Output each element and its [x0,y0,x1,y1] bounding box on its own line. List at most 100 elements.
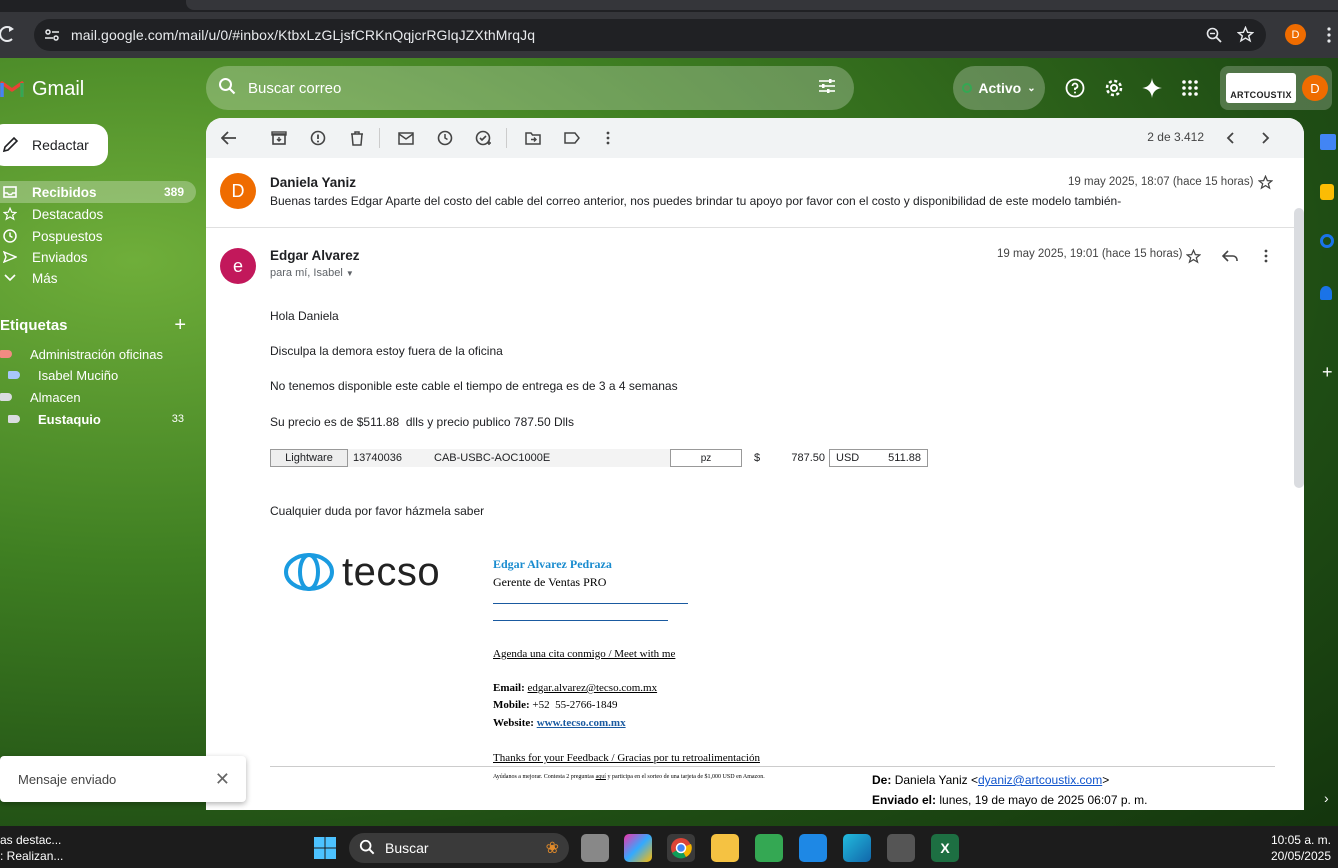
reply-icon[interactable] [1221,250,1238,265]
expand-panel-icon[interactable]: › [1324,790,1329,806]
site-info-icon[interactable] [44,27,60,46]
star-icon[interactable] [1185,248,1202,267]
task-view-icon[interactable] [581,834,609,862]
sidebar-item-inbox[interactable]: Recibidos 389 [0,181,196,203]
search-input[interactable]: Buscar correo [248,80,341,97]
search-options-icon[interactable] [818,78,836,98]
table-cell-unit: pz [670,449,742,467]
delete-trash-icon[interactable] [341,122,373,154]
apps-grid-icon[interactable] [1176,74,1204,102]
signature-mobile-row: Mobile: +52 55-2766-1849 [493,699,617,711]
report-spam-icon[interactable] [302,122,334,154]
sidebar-item-starred[interactable]: Destacados [0,203,196,225]
label-item[interactable]: Administración oficinas [0,343,196,365]
search-icon[interactable] [218,77,236,99]
agenda-link[interactable]: Agenda una cita conmigo / Meet with me [493,648,675,660]
signature-name: Edgar Alvarez Pedraza [493,557,612,571]
store-icon[interactable] [887,834,915,862]
move-to-folder-icon[interactable] [517,122,549,154]
label-name: Almacen [30,389,81,405]
sidebar-item-more[interactable]: Más [0,267,196,289]
contacts-icon[interactable] [1320,286,1332,300]
address-bar[interactable]: mail.google.com/mail/u/0/#inbox/KtbxLzGL… [34,19,1266,51]
copilot-icon[interactable] [624,834,652,862]
sidebar-item-label: Enviados [32,249,88,265]
excel-icon[interactable]: X [931,834,959,862]
more-vert-icon[interactable] [592,122,624,154]
gemini-sparkle-icon[interactable] [1138,74,1166,102]
prev-chevron-icon[interactable] [1214,122,1246,154]
email-link[interactable]: edgar.alvarez@tecso.com.mx [528,682,658,694]
recipients-text: para mí, Isabel [270,267,343,279]
add-label-icon[interactable]: + [174,314,186,337]
calendar-icon[interactable] [1320,134,1336,150]
label-item[interactable]: Almacen [0,386,196,408]
website-link[interactable]: www.tecso.com.mx [537,717,626,729]
body-line: Hola Daniela [270,309,339,323]
bookmark-star-icon[interactable] [1236,25,1255,46]
quoted-from: De: Daniela Yaniz <dyaniz@artcoustix.com… [872,773,1109,787]
scrollbar[interactable] [1294,208,1304,488]
back-arrow-icon[interactable] [213,122,245,154]
zoom-icon[interactable] [1206,27,1222,46]
account-switcher[interactable]: ARTCOUSTIX D [1220,66,1332,110]
gmail-logo[interactable]: Gmail [0,74,84,104]
website-label: Website: [493,717,534,729]
taskbar-search[interactable]: Buscar ❀ [349,833,569,863]
tasks-icon[interactable] [1320,234,1334,248]
inbox-icon [2,186,18,198]
sidebar-item-sent[interactable]: Enviados [0,246,196,268]
keep-icon[interactable] [1320,184,1334,200]
taskbar-widget[interactable]: as destac... : Realizan... [0,832,63,864]
sidebar-item-label: Destacados [32,206,104,222]
browser-profile-avatar[interactable]: D [1285,24,1306,45]
file-explorer-icon[interactable] [711,834,739,862]
caret-down-icon[interactable]: ▼ [346,269,354,278]
message-snippet: Buenas tardes Edgar Aparte del costo del… [270,194,1122,208]
close-icon[interactable]: ✕ [215,769,230,790]
compose-label: Redactar [32,137,89,153]
label-item[interactable]: Eustaquio 33 [0,408,196,430]
body-line: No tenemos disponible este cable el tiem… [270,379,678,393]
app-icon[interactable] [799,834,827,862]
chrome-icon[interactable] [667,834,695,862]
account-avatar[interactable]: D [1302,75,1328,101]
feedback-link[interactable]: Thanks for your Feedback / Gracias por t… [493,752,760,764]
compose-button[interactable]: Redactar [0,124,108,166]
snooze-clock-icon[interactable] [429,122,461,154]
mark-unread-icon[interactable] [390,122,422,154]
google-chat-icon[interactable] [755,834,783,862]
from-email-link[interactable]: dyaniz@artcoustix.com [978,773,1102,787]
archive-icon[interactable] [263,122,295,154]
sidebar-item-label: Pospuestos [32,228,103,244]
label-item[interactable]: Isabel Muciño [0,364,196,386]
windows-start-icon[interactable] [311,834,339,862]
taskbar-clock[interactable]: 10:05 a. m. 20/05/2025 [1255,832,1331,864]
label-name: Isabel Muciño [38,367,119,383]
collapsed-message[interactable]: D Daniela Yaniz 19 may 2025, 18:07 (hace… [206,158,1304,228]
search-box[interactable]: Buscar correo [206,66,854,110]
recipients[interactable]: para mí, Isabel ▼ [270,267,354,279]
more-vert-icon[interactable] [1264,249,1268,266]
survey-suffix: y participa en el sorteo de una tarjeta … [607,774,765,780]
tecso-logo-icon [284,553,334,591]
browser-menu-icon[interactable] [1326,26,1332,47]
add-task-icon[interactable] [468,122,500,154]
status-button[interactable]: Activo ⌄ [953,66,1045,110]
add-addon-icon[interactable]: + [1322,362,1333,383]
pencil-icon [2,135,20,156]
table-cell-brand: Lightware [270,449,348,467]
settings-gear-icon[interactable] [1100,74,1128,102]
reload-icon[interactable] [0,24,16,47]
next-chevron-icon[interactable] [1250,122,1282,154]
sidebar-item-snoozed[interactable]: Pospuestos [0,225,196,247]
sender-name: Edgar Alvarez [270,248,360,263]
label-tag-icon[interactable] [556,122,588,154]
message-panel: 2 de 3.412 D Daniela Yaniz 19 may 2025, … [206,118,1304,810]
message-date: 19 may 2025, 19:01 (hace 15 horas) [997,248,1183,260]
edge-icon[interactable] [843,834,871,862]
survey-link[interactable]: aquí [596,774,606,780]
help-icon[interactable] [1061,74,1089,102]
from-label: De: [872,773,892,787]
star-icon[interactable] [1257,174,1274,193]
